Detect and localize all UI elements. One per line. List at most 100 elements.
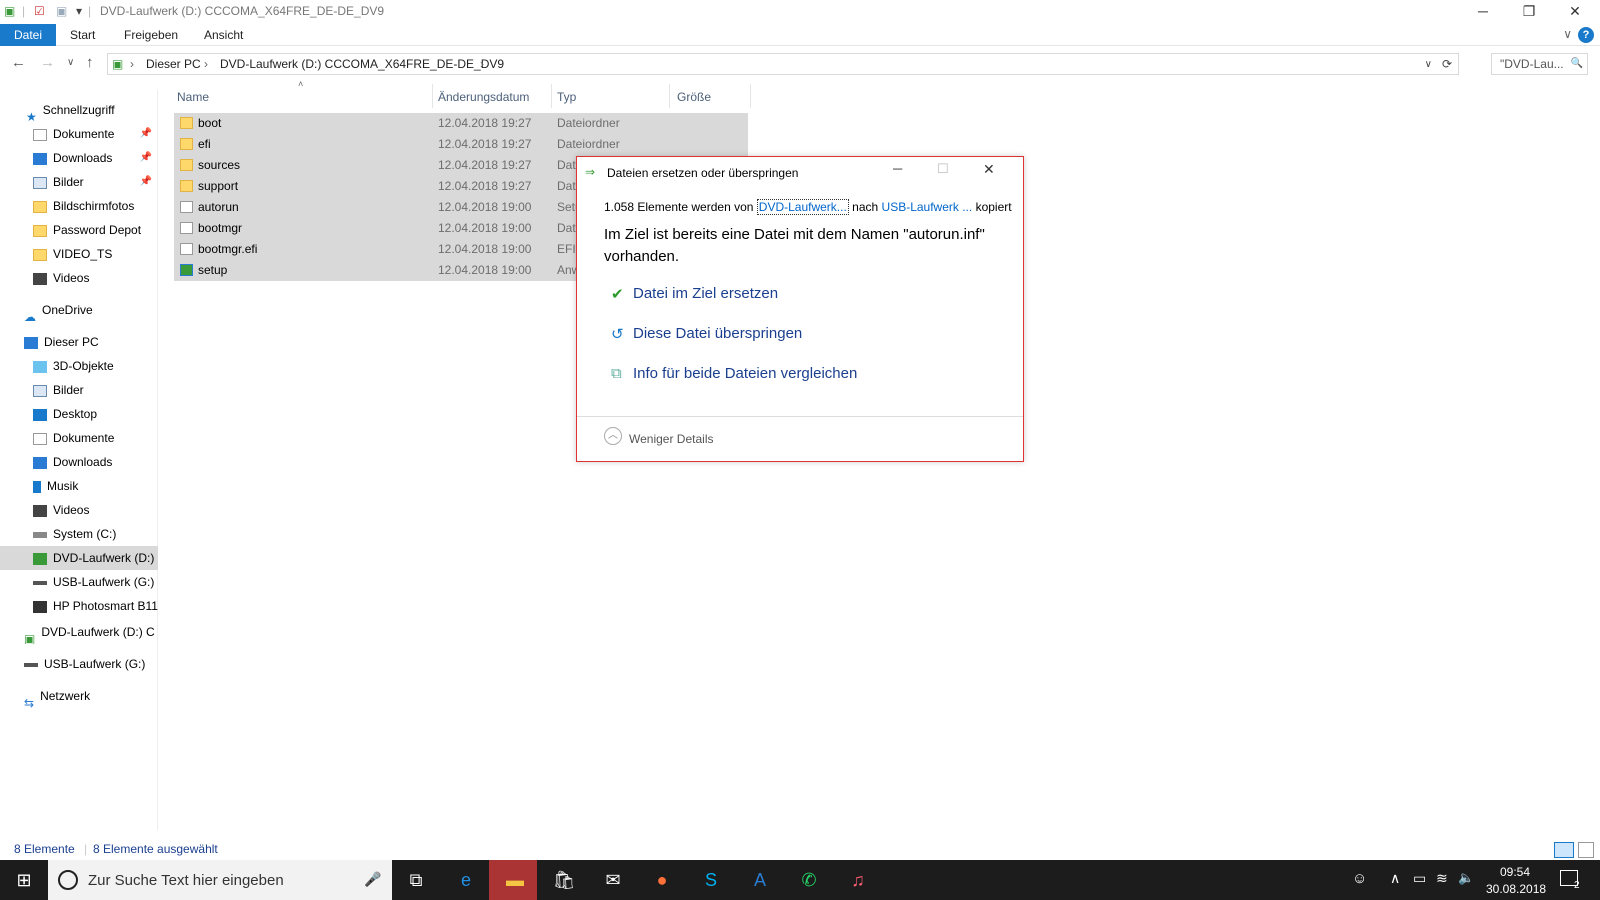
minimize-button[interactable]: ─ [1460, 0, 1506, 24]
sidebar-item[interactable]: Videos [0, 266, 158, 290]
customize-toolbar-icon[interactable]: ▾ [76, 4, 82, 18]
mail-icon[interactable]: ✉ [601, 868, 625, 892]
sidebar-item[interactable]: VIDEO_TS [0, 242, 158, 266]
column-name[interactable]: Name [177, 86, 209, 108]
source-link[interactable]: DVD-Laufwerk... [756, 199, 849, 215]
clock-date[interactable]: 30.08.2018 [1486, 882, 1546, 896]
breadcrumb-dvd-drive[interactable]: DVD-Laufwerk (D:) CCCOMA_X64FRE_DE-DE_DV… [220, 57, 504, 71]
itunes-icon[interactable]: ♫ [846, 868, 870, 892]
sidebar-item[interactable]: Downloads 📌 [0, 146, 158, 170]
file-row[interactable]: efi 12.04.2018 19:27 Dateiordner [174, 134, 748, 155]
file-row[interactable]: boot 12.04.2018 19:27 Dateiordner [174, 113, 748, 134]
back-button[interactable]: ← [11, 54, 26, 71]
battery-icon[interactable]: ▭ [1413, 870, 1426, 887]
less-details-button[interactable]: Weniger Details [629, 432, 713, 446]
tab-datei[interactable]: Datei [0, 24, 57, 46]
sidebar-item[interactable]: Password Depot [0, 218, 158, 242]
file-date: 12.04.2018 19:27 [438, 116, 532, 130]
search-input[interactable]: "DVD-Lau... 🔍 [1491, 53, 1588, 75]
sidebar-label: USB-Laufwerk (G:) [44, 657, 146, 671]
column-divider[interactable] [750, 84, 751, 108]
skip-option[interactable]: Diese Datei überspringen [633, 325, 802, 342]
sidebar-item[interactable]: HP Photosmart B11 [0, 594, 158, 618]
store-icon[interactable]: 🛍 [552, 868, 576, 892]
skype-icon[interactable]: S [699, 868, 723, 892]
sidebar-item-dvd[interactable]: ▣ DVD-Laufwerk (D:) C [0, 620, 158, 644]
sidebar-item[interactable]: Downloads [0, 450, 158, 474]
sidebar-item-netzwerk[interactable]: ⇆ Netzwerk [0, 684, 158, 708]
properties-icon[interactable]: ☑ [34, 4, 45, 18]
windows-start-icon[interactable]: ⊞ [12, 868, 36, 892]
task-view-icon[interactable]: ⧉ [404, 868, 428, 892]
quick-access-list: Dokumente 📌 Downloads 📌 Bilder 📌 Bildschirmfot… [0, 122, 158, 290]
forward-button[interactable]: → [40, 54, 55, 71]
file-name: boot [198, 116, 222, 130]
maximize-button[interactable]: ❐ [1506, 0, 1552, 24]
sidebar-item[interactable]: 3D-Objekte [0, 354, 158, 378]
sidebar-item-onedrive[interactable]: ☁ OneDrive [0, 298, 158, 322]
people-icon[interactable]: ☺ [1352, 870, 1367, 887]
sidebar-item-usb[interactable]: USB-Laufwerk (G:) [0, 652, 158, 676]
sidebar-item-schnellzugriff[interactable]: ★ Schnellzugriff [0, 98, 158, 122]
column-divider[interactable] [669, 84, 670, 108]
column-divider[interactable] [432, 84, 433, 108]
firefox-icon[interactable]: ● [650, 868, 674, 892]
sidebar-item[interactable]: Videos [0, 498, 158, 522]
replace-option[interactable]: Datei im Ziel ersetzen [633, 285, 778, 302]
sidebar-item[interactable]: Dokumente 📌 [0, 122, 158, 146]
sidebar-item[interactable]: Desktop [0, 402, 158, 426]
column-type[interactable]: Typ [557, 86, 576, 108]
sidebar-item[interactable]: Dokumente [0, 426, 158, 450]
desktop-icon [33, 408, 47, 421]
folder-icon [180, 117, 193, 129]
printer-icon [33, 600, 47, 613]
pin-icon: 📌 [139, 152, 152, 163]
search-placeholder: "DVD-Lau... [1500, 57, 1564, 71]
show-hidden-icons[interactable]: ∧ [1390, 870, 1400, 887]
recent-locations-button[interactable]: ∨ [67, 57, 74, 68]
microphone-icon[interactable]: 🎤 [364, 871, 381, 888]
help-icon[interactable]: ? [1578, 27, 1594, 43]
column-date[interactable]: Änderungsdatum [438, 86, 529, 108]
collapse-chevron-icon[interactable]: ︿ [604, 427, 622, 445]
target-link[interactable]: USB-Laufwerk ... [882, 200, 973, 214]
address-bar[interactable]: ▣ › Dieser PC › DVD-Laufwerk (D:) CCCOMA… [107, 53, 1459, 75]
taskbar-search-input[interactable]: Zur Suche Text hier eingeben 🎤 [48, 860, 392, 900]
tab-freigeben[interactable]: Freigeben [110, 24, 192, 46]
wifi-icon[interactable]: ≋ [1436, 870, 1448, 887]
app-icon[interactable]: A [748, 868, 772, 892]
sidebar-item[interactable]: Bildschirmfotos [0, 194, 158, 218]
column-divider[interactable] [551, 84, 552, 108]
refresh-icon[interactable]: ⟳ [1442, 57, 1452, 71]
details-view-icon[interactable] [1554, 842, 1574, 858]
up-button[interactable]: ↑ [86, 54, 94, 71]
sidebar-item[interactable]: Bilder 📌 [0, 170, 158, 194]
close-button[interactable]: ✕ [1552, 0, 1598, 24]
sidebar-item[interactable]: USB-Laufwerk (G:) [0, 570, 158, 594]
whatsapp-icon[interactable]: ✆ [797, 868, 821, 892]
downloads-icon [33, 456, 47, 469]
tab-ansicht[interactable]: Ansicht [190, 24, 257, 46]
clock-time[interactable]: 09:54 [1500, 865, 1530, 879]
dialog-minimize-button[interactable]: ─ [893, 161, 902, 176]
address-dropdown-icon[interactable]: ∨ [1425, 59, 1432, 70]
explorer-icon[interactable]: ▬ [503, 868, 527, 892]
breadcrumb-dieser-pc[interactable]: Dieser PC [146, 57, 201, 71]
tab-start[interactable]: Start [56, 24, 109, 46]
new-folder-icon[interactable]: ▣ [56, 4, 67, 18]
edge-icon[interactable]: e [454, 868, 478, 892]
volume-icon[interactable]: 🔈 [1458, 870, 1474, 886]
sidebar-item[interactable]: Musik [0, 474, 158, 498]
sidebar-item[interactable]: DVD-Laufwerk (D:) C [0, 546, 158, 570]
column-size[interactable]: Größe [677, 86, 711, 108]
dialog-close-button[interactable]: ✕ [983, 161, 995, 178]
dialog-maximize-button[interactable]: ☐ [937, 161, 949, 177]
file-date: 12.04.2018 19:00 [438, 242, 532, 256]
sidebar-item[interactable]: System (C:) [0, 522, 158, 546]
compare-option[interactable]: Info für beide Dateien vergleichen [633, 365, 857, 382]
sidebar-item-dieser-pc[interactable]: Dieser PC [0, 330, 158, 354]
tiles-view-icon[interactable] [1578, 842, 1594, 858]
qa-divider-2: | [88, 4, 92, 18]
ribbon-expand-icon[interactable]: ∨ [1563, 27, 1572, 41]
sidebar-item[interactable]: Bilder [0, 378, 158, 402]
